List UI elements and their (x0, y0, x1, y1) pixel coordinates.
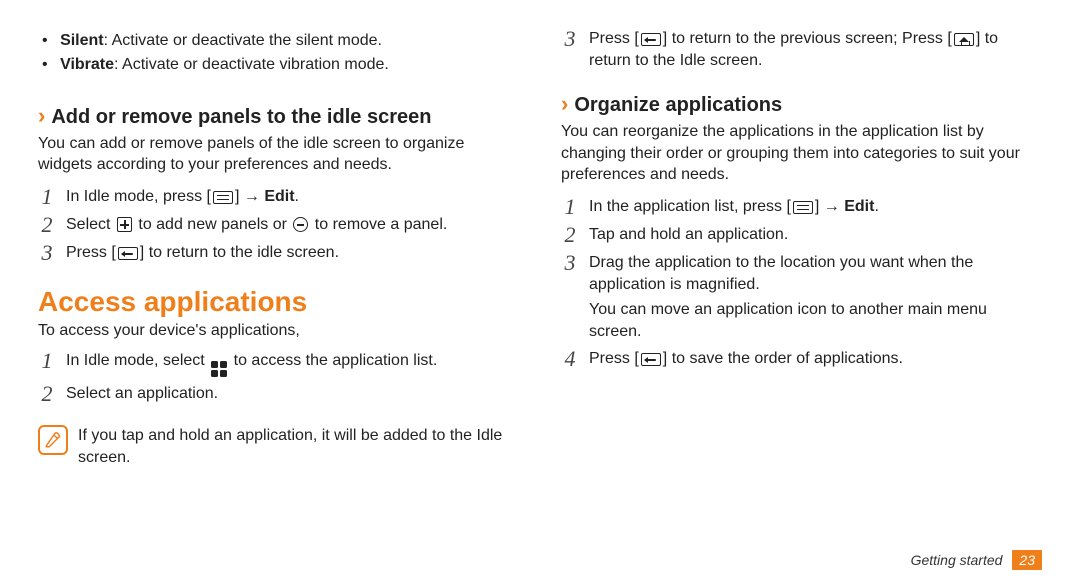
plus-icon (117, 217, 132, 232)
step-body: Drag the application to the location you… (589, 252, 1042, 342)
bullet-term: Silent (60, 32, 104, 49)
step: 4 Press [] to save the order of applicat… (561, 348, 1042, 370)
step: 2 Select to add new panels or to remove … (38, 214, 519, 236)
step: 2 Tap and hold an application. (561, 224, 1042, 246)
subheading-add-panels: › Add or remove panels to the idle scree… (38, 105, 519, 129)
bullet-desc: : Activate or deactivate the silent mode… (104, 32, 382, 49)
step-body: Select an application. (66, 383, 519, 405)
back-icon (118, 247, 138, 260)
subheading-title: Add or remove panels to the idle screen (51, 106, 431, 129)
step-body: In Idle mode, press [] → Edit. (66, 186, 519, 208)
step-body: Select to add new panels or to remove a … (66, 214, 519, 236)
step: 1 In Idle mode, press [] → Edit. (38, 186, 519, 208)
step-number: 4 (561, 348, 579, 370)
right-top-step: 3 Press [] to return to the previous scr… (561, 28, 1042, 71)
heading-access-applications: Access applications (38, 286, 519, 318)
step-number: 3 (38, 242, 56, 264)
app-grid-icon (211, 361, 227, 377)
step: 3 Press [] to return to the previous scr… (561, 28, 1042, 71)
step-number: 2 (38, 214, 56, 236)
menu-icon (213, 191, 233, 204)
organize-steps: 1 In the application list, press [] → Ed… (561, 196, 1042, 370)
chevron-icon: › (561, 93, 568, 115)
add-panels-intro: You can add or remove panels of the idle… (38, 133, 519, 176)
step: 3 Press [] to return to the idle screen. (38, 242, 519, 264)
bullet-vibrate: Vibrate: Activate or deactivate vibratio… (54, 54, 519, 76)
chevron-icon: › (38, 105, 45, 127)
page-footer: Getting started 23 (911, 550, 1042, 570)
step-body: Press [] to return to the idle screen. (66, 242, 519, 264)
step: 1 In the application list, press [] → Ed… (561, 196, 1042, 218)
step: 2 Select an application. (38, 383, 519, 405)
add-panels-steps: 1 In Idle mode, press [] → Edit. 2 Selec… (38, 186, 519, 264)
note-badge-icon (38, 425, 68, 455)
footer-section: Getting started (911, 552, 1003, 568)
bullet-desc: : Activate or deactivate vibration mode. (114, 56, 389, 73)
right-column: 3 Press [] to return to the previous scr… (561, 28, 1042, 586)
step-number: 3 (561, 28, 579, 50)
mode-description-bullets: Silent: Activate or deactivate the silen… (38, 28, 519, 79)
subheading-organize-apps: › Organize applications (561, 93, 1042, 117)
bullet-term: Vibrate (60, 56, 114, 73)
step-number: 1 (561, 196, 579, 218)
subheading-title: Organize applications (574, 94, 782, 117)
step-number: 3 (561, 252, 579, 274)
step-number: 1 (38, 186, 56, 208)
organize-intro: You can reorganize the applications in t… (561, 121, 1042, 186)
note-text: If you tap and hold an application, it w… (78, 425, 519, 468)
step-body: In the application list, press [] → Edit… (589, 196, 1042, 218)
home-icon (954, 33, 974, 46)
back-icon (641, 33, 661, 46)
step-number: 2 (38, 383, 56, 405)
back-icon (641, 353, 661, 366)
manual-page: Silent: Activate or deactivate the silen… (0, 0, 1080, 586)
step-body: Press [] to return to the previous scree… (589, 28, 1042, 71)
step-number: 1 (38, 350, 56, 372)
step-body: Press [] to save the order of applicatio… (589, 348, 1042, 370)
step-body: In Idle mode, select to access the appli… (66, 350, 519, 377)
step: 1 In Idle mode, select to access the app… (38, 350, 519, 377)
left-column: Silent: Activate or deactivate the silen… (38, 28, 519, 586)
access-intro: To access your device's applications, (38, 322, 519, 340)
access-steps: 1 In Idle mode, select to access the app… (38, 350, 519, 405)
step-number: 2 (561, 224, 579, 246)
step: 3 Drag the application to the location y… (561, 252, 1042, 342)
note-row: If you tap and hold an application, it w… (38, 425, 519, 468)
page-number: 23 (1012, 550, 1042, 570)
step-body: Tap and hold an application. (589, 224, 1042, 246)
menu-icon (793, 201, 813, 214)
minus-circle-icon (293, 217, 308, 232)
bullet-silent: Silent: Activate or deactivate the silen… (54, 30, 519, 52)
